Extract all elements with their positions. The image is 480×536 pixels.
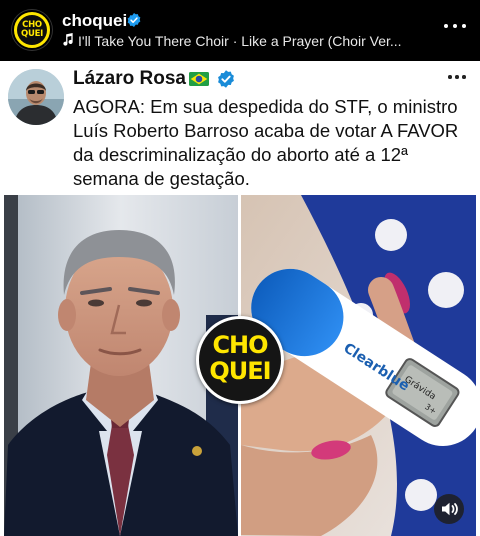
- post-more-icon[interactable]: [448, 75, 468, 81]
- author-name[interactable]: Lázaro Rosa: [73, 68, 186, 90]
- sound-toggle-button[interactable]: [434, 494, 464, 524]
- badge-line1: CHO: [212, 331, 268, 359]
- music-text: I'll Take You There Choir · Like a Praye…: [78, 33, 402, 49]
- instagram-post-header: CHO QUEI choquei I'll Take You There Cho…: [0, 0, 480, 60]
- avatar-logo: CHO QUEI: [17, 15, 47, 45]
- post-body-text: AGORA: Em sua despedida do STF, o minist…: [73, 96, 459, 189]
- avatar-logo-line2: QUEI: [21, 29, 43, 39]
- badge-line2: QUEI: [209, 357, 271, 385]
- more-horizontal-icon[interactable]: [444, 24, 466, 30]
- embedded-post-card: Lázaro Rosa AGORA: Em sua despedida do S…: [0, 61, 480, 536]
- choquei-logo-badge: CHO QUEI: [196, 316, 284, 404]
- verified-badge-icon: [127, 13, 141, 27]
- profile-avatar[interactable]: CHO QUEI: [12, 10, 52, 50]
- music-attribution[interactable]: I'll Take You There Choir · Like a Praye…: [62, 33, 422, 49]
- author-avatar[interactable]: [8, 69, 64, 125]
- username[interactable]: choquei: [62, 11, 127, 31]
- speaker-icon: [442, 502, 458, 516]
- brazil-flag-icon: [189, 72, 209, 86]
- verified-badge-icon: [218, 70, 234, 88]
- music-note-icon: [62, 33, 78, 49]
